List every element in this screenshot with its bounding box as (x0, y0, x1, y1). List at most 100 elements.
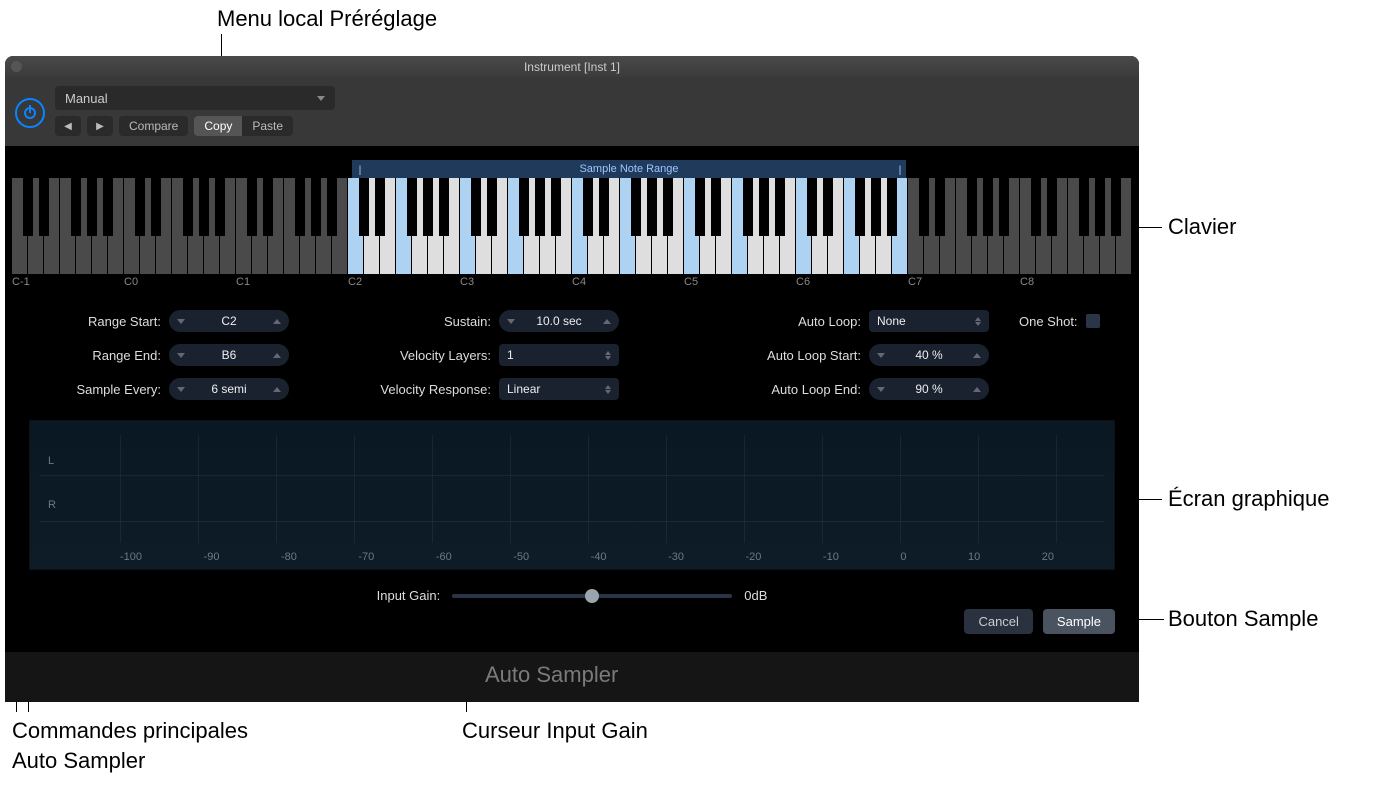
slider-thumb[interactable] (585, 589, 599, 603)
range-start-stepper[interactable]: C2 (169, 310, 289, 332)
black-key[interactable] (599, 178, 609, 236)
black-key[interactable] (823, 178, 833, 236)
black-key[interactable] (583, 178, 593, 236)
black-key[interactable] (743, 178, 753, 236)
vel-response-value: Linear (507, 382, 540, 396)
preset-value: Manual (65, 91, 108, 106)
callout-sample-button: Bouton Sample (1168, 606, 1318, 632)
auto-loop-start-stepper[interactable]: 40 % (869, 344, 989, 366)
paste-button[interactable]: Paste (242, 116, 293, 136)
black-key[interactable] (359, 178, 369, 236)
black-key[interactable] (183, 178, 193, 236)
black-key[interactable] (631, 178, 641, 236)
black-key[interactable] (1031, 178, 1041, 236)
black-key[interactable] (103, 178, 113, 236)
black-key[interactable] (1095, 178, 1105, 236)
auto-loop-select[interactable]: None (869, 310, 989, 332)
black-key[interactable] (871, 178, 881, 236)
octave-label: C0 (124, 276, 138, 288)
prev-preset-button[interactable]: ◀ (55, 116, 81, 136)
black-key[interactable] (775, 178, 785, 236)
auto-loop-end-label: Auto Loop End: (771, 382, 861, 397)
black-key[interactable] (215, 178, 225, 236)
black-key[interactable] (327, 178, 337, 236)
graph-tick: -30 (668, 551, 684, 563)
black-key[interactable] (1111, 178, 1121, 236)
black-key[interactable] (311, 178, 321, 236)
black-key[interactable] (39, 178, 49, 236)
power-icon (24, 107, 36, 119)
black-key[interactable] (983, 178, 993, 236)
vel-response-select[interactable]: Linear (499, 378, 619, 400)
sample-range-highlight[interactable]: ||| Sample Note Range ||| (352, 160, 906, 178)
one-shot-checkbox[interactable] (1086, 314, 1100, 328)
black-key[interactable] (375, 178, 385, 236)
range-grip-right[interactable]: ||| (894, 162, 904, 176)
black-key[interactable] (71, 178, 81, 236)
black-key[interactable] (887, 178, 897, 236)
black-key[interactable] (759, 178, 769, 236)
black-key[interactable] (23, 178, 33, 236)
black-key[interactable] (423, 178, 433, 236)
black-key[interactable] (1079, 178, 1089, 236)
black-key[interactable] (263, 178, 273, 236)
plugin-body: ||| Sample Note Range ||| C-1C0C1C2C3C4C… (5, 146, 1139, 702)
auto-loop-start-label: Auto Loop Start: (767, 348, 861, 363)
copy-button[interactable]: Copy (194, 116, 242, 136)
black-key[interactable] (935, 178, 945, 236)
graph-right-label: R (48, 499, 56, 511)
black-key[interactable] (519, 178, 529, 236)
black-key[interactable] (87, 178, 97, 236)
sample-range-bar[interactable]: ||| Sample Note Range ||| (5, 160, 1139, 178)
sustain-value: 10.0 sec (536, 314, 581, 328)
cancel-button[interactable]: Cancel (964, 609, 1032, 634)
black-key[interactable] (407, 178, 417, 236)
black-key[interactable] (247, 178, 257, 236)
black-key[interactable] (551, 178, 561, 236)
graph-tick: -20 (746, 551, 762, 563)
plugin-window: Instrument [Inst 1] Manual ◀ ▶ Compare C… (5, 56, 1139, 702)
black-key[interactable] (151, 178, 161, 236)
next-preset-button[interactable]: ▶ (87, 116, 113, 136)
black-key[interactable] (919, 178, 929, 236)
black-key[interactable] (967, 178, 977, 236)
compare-button[interactable]: Compare (119, 116, 188, 136)
callout-graphic-screen: Écran graphique (1168, 486, 1329, 512)
graph-tick: -10 (823, 551, 839, 563)
auto-loop-end-stepper[interactable]: 90 % (869, 378, 989, 400)
input-gain-value: 0dB (744, 588, 767, 603)
vel-layers-value: 1 (507, 348, 514, 362)
black-key[interactable] (663, 178, 673, 236)
black-key[interactable] (1047, 178, 1057, 236)
black-key[interactable] (999, 178, 1009, 236)
black-key[interactable] (711, 178, 721, 236)
input-gain-slider[interactable] (452, 594, 732, 598)
header-bar: Manual ◀ ▶ Compare Copy Paste (5, 78, 1139, 146)
sample-range-label: Sample Note Range (579, 163, 678, 175)
octave-label: C8 (1020, 276, 1034, 288)
sample-button[interactable]: Sample (1043, 609, 1115, 634)
black-key[interactable] (295, 178, 305, 236)
black-key[interactable] (647, 178, 657, 236)
preset-menu[interactable]: Manual (55, 86, 335, 110)
octave-label: C6 (796, 276, 810, 288)
black-key[interactable] (471, 178, 481, 236)
close-icon[interactable] (11, 61, 22, 72)
black-key[interactable] (855, 178, 865, 236)
keyboard[interactable] (5, 178, 1139, 274)
black-key[interactable] (535, 178, 545, 236)
black-key[interactable] (487, 178, 497, 236)
vel-layers-select[interactable]: 1 (499, 344, 619, 366)
black-key[interactable] (199, 178, 209, 236)
graph-tick: -50 (513, 551, 529, 563)
black-key[interactable] (135, 178, 145, 236)
range-grip-left[interactable]: ||| (354, 162, 364, 176)
power-button[interactable] (15, 98, 45, 128)
sustain-stepper[interactable]: 10.0 sec (499, 310, 619, 332)
black-key[interactable] (807, 178, 817, 236)
black-key[interactable] (695, 178, 705, 236)
black-key[interactable] (439, 178, 449, 236)
sample-every-stepper[interactable]: 6 semi (169, 378, 289, 400)
chevron-down-icon (317, 96, 325, 101)
range-end-stepper[interactable]: B6 (169, 344, 289, 366)
